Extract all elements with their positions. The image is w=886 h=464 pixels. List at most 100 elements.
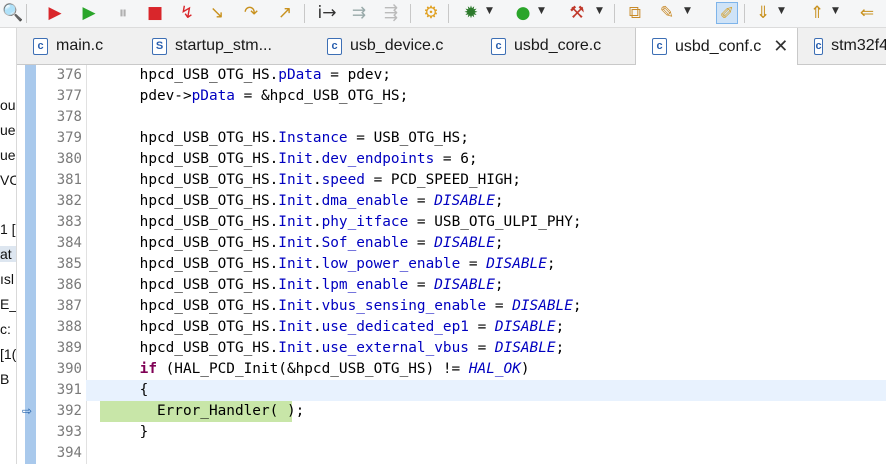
code-token: hpcd_USB_OTG_HS.	[105, 256, 279, 272]
open-type-icon[interactable]: ⧉	[624, 2, 646, 24]
tab-startup-stm-[interactable]: Sstartup_stm...	[136, 28, 311, 64]
code-line[interactable]: 378	[57, 107, 886, 128]
left-panel-item[interactable]: ue	[0, 147, 16, 163]
toolbar-separator	[448, 4, 449, 23]
left-panel-item[interactable]: E_	[0, 296, 16, 312]
chevron-down-icon[interactable]: ▼	[684, 6, 691, 16]
search-tool-icon[interactable]: ✎	[656, 2, 678, 24]
chevron-down-icon[interactable]: ▼	[778, 6, 785, 16]
code-text: hpcd_USB_OTG_HS.Init.vbus_sensing_enable…	[105, 296, 582, 317]
chevron-down-icon[interactable]: ▼	[538, 6, 545, 16]
code-token: DISABLE	[494, 340, 556, 356]
left-panel-item[interactable]: B	[0, 371, 9, 387]
code-line[interactable]: 387 hpcd_USB_OTG_HS.Init.vbus_sensing_en…	[57, 296, 886, 317]
code-line[interactable]: 393 }	[57, 422, 886, 443]
code-token: HAL_OK	[468, 361, 521, 377]
build-icon[interactable]: ⚙	[420, 2, 442, 24]
left-panel-item[interactable]: c:	[0, 321, 11, 337]
code-line[interactable]: 382 hpcd_USB_OTG_HS.Init.dma_enable = DI…	[57, 191, 886, 212]
code-line[interactable]: 385 hpcd_USB_OTG_HS.Init.low_power_enabl…	[57, 254, 886, 275]
code-line[interactable]: 379 hpcd_USB_OTG_HS.Instance = USB_OTG_H…	[57, 128, 886, 149]
code-line[interactable]: 394	[57, 443, 886, 464]
debug-icon[interactable]: ✹	[460, 2, 482, 24]
left-panel-item[interactable]: ou	[0, 97, 16, 113]
use-step-filters-icon[interactable]: ⇉	[348, 2, 370, 24]
line-number: 377	[56, 88, 82, 104]
code-line[interactable]: 388 hpcd_USB_OTG_HS.Init.use_dedicated_e…	[57, 317, 886, 338]
code-token: hpcd_USB_OTG_HS.	[105, 319, 279, 335]
code-line[interactable]: 389 hpcd_USB_OTG_HS.Init.use_external_vb…	[57, 338, 886, 359]
left-panel-item[interactable]: 1 [	[0, 221, 16, 237]
suspend-icon[interactable]: ⏸	[112, 2, 134, 24]
code-line[interactable]: 383 hpcd_USB_OTG_HS.Init.phy_itface = US…	[57, 212, 886, 233]
chevron-down-icon[interactable]: ▼	[596, 6, 603, 16]
left-panel-item[interactable]: [1(	[0, 346, 16, 362]
code-token: Init	[278, 256, 313, 272]
tab-label: main.c	[56, 37, 104, 54]
code-line[interactable]: 392 ⇨ Error_Handler( );	[22, 401, 886, 422]
resume-icon[interactable]: ▶	[78, 2, 100, 24]
run-icon[interactable]: ●	[512, 2, 534, 24]
code-token: = pdev;	[321, 67, 391, 83]
code-text: if (HAL_PCD_Init(&hpcd_USB_OTG_HS) != HA…	[105, 359, 530, 380]
skip-breakpoints-icon[interactable]: ⇶	[380, 2, 402, 24]
search-icon[interactable]: 🔍	[2, 2, 24, 24]
code-line[interactable]: 377 pdev->pData = &hpcd_USB_OTG_HS;	[57, 86, 886, 107]
code-line[interactable]: 380 hpcd_USB_OTG_HS.Init.dev_endpoints =…	[57, 149, 886, 170]
instruction-step-icon[interactable]: i→	[316, 2, 338, 24]
code-token: Error_Handler( );	[105, 403, 305, 419]
code-token: =	[468, 319, 495, 335]
toggle-mark-icon[interactable]: ✐	[716, 2, 738, 24]
code-editor[interactable]: 376 hpcd_USB_OTG_HS.pData = pdev; 377 pde…	[22, 65, 886, 464]
external-tools-icon[interactable]: ⚒	[566, 2, 588, 24]
code-line[interactable]: 386 hpcd_USB_OTG_HS.Init.lpm_enable = DI…	[57, 275, 886, 296]
code-token: ;	[555, 319, 565, 335]
close-icon[interactable]: ✕	[773, 36, 788, 57]
code-token: Init	[278, 235, 313, 251]
code-line[interactable]: 391 {	[57, 380, 886, 401]
tab-usb-device-c[interactable]: c usb_device.c	[311, 28, 475, 64]
code-token: low_power_enable	[321, 256, 461, 272]
back-icon[interactable]: ⇐	[856, 2, 878, 24]
code-line[interactable]: 381 hpcd_USB_OTG_HS.Init.speed = PCD_SPE…	[57, 170, 886, 191]
step-over-icon[interactable]: ↷	[240, 2, 262, 24]
chevron-down-icon[interactable]: ▼	[832, 6, 839, 16]
left-panel-item[interactable]: ısl	[0, 271, 14, 287]
code-token: hpcd_USB_OTG_HS.	[105, 340, 279, 356]
debug-red-icon[interactable]: ▶	[44, 2, 66, 24]
chevron-down-icon[interactable]: ▼	[486, 6, 493, 16]
code-token: Instance	[278, 130, 348, 146]
code-token: hpcd_USB_OTG_HS.	[105, 298, 279, 314]
prev-annotation-icon[interactable]: ⇑	[806, 2, 828, 24]
tab-stm32f4[interactable]: c stm32f4	[798, 28, 886, 64]
disconnect-icon[interactable]: ↯	[176, 2, 198, 24]
tab-usbd-core-c[interactable]: c usbd_core.c	[475, 28, 635, 64]
code-token: Init	[278, 340, 313, 356]
code-token: ;	[555, 340, 565, 356]
code-text: hpcd_USB_OTG_HS.Init.dev_endpoints = 6;	[105, 149, 478, 170]
left-panel-item[interactable]: VC	[0, 172, 16, 188]
code-line[interactable]: 390 if (HAL_PCD_Init(&hpcd_USB_OTG_HS) !…	[57, 359, 886, 380]
code-token: hpcd_USB_OTG_HS.	[105, 193, 279, 209]
code-token: .	[312, 256, 322, 272]
instruction-pointer-icon[interactable]: ⇨	[22, 404, 34, 418]
tab-main-c[interactable]: c main.c	[17, 28, 136, 64]
step-into-icon[interactable]: ↘	[206, 2, 228, 24]
code-line[interactable]: 384 hpcd_USB_OTG_HS.Init.Sof_enable = DI…	[57, 233, 886, 254]
next-annotation-icon[interactable]: ⇓	[752, 2, 774, 24]
code-token: = PCD_SPEED_HIGH;	[364, 172, 521, 188]
line-number: 389	[56, 340, 82, 356]
code-token: .	[312, 172, 322, 188]
code-token: ;	[572, 298, 582, 314]
assembly-file-icon: S	[152, 37, 167, 55]
tab-usbd-conf-c[interactable]: c usbd_conf.c ✕	[635, 28, 798, 65]
left-panel-item[interactable]: at	[0, 246, 16, 262]
step-return-icon[interactable]: ↗	[274, 2, 296, 24]
code-token: .	[312, 151, 322, 167]
code-line[interactable]: 376 hpcd_USB_OTG_HS.pData = pdev;	[57, 65, 886, 86]
toolbar-separator	[614, 4, 615, 23]
terminate-icon[interactable]: ■	[144, 2, 166, 24]
line-number: 381	[56, 172, 82, 188]
code-token: =	[468, 340, 495, 356]
left-panel-item[interactable]: ue	[0, 122, 16, 138]
